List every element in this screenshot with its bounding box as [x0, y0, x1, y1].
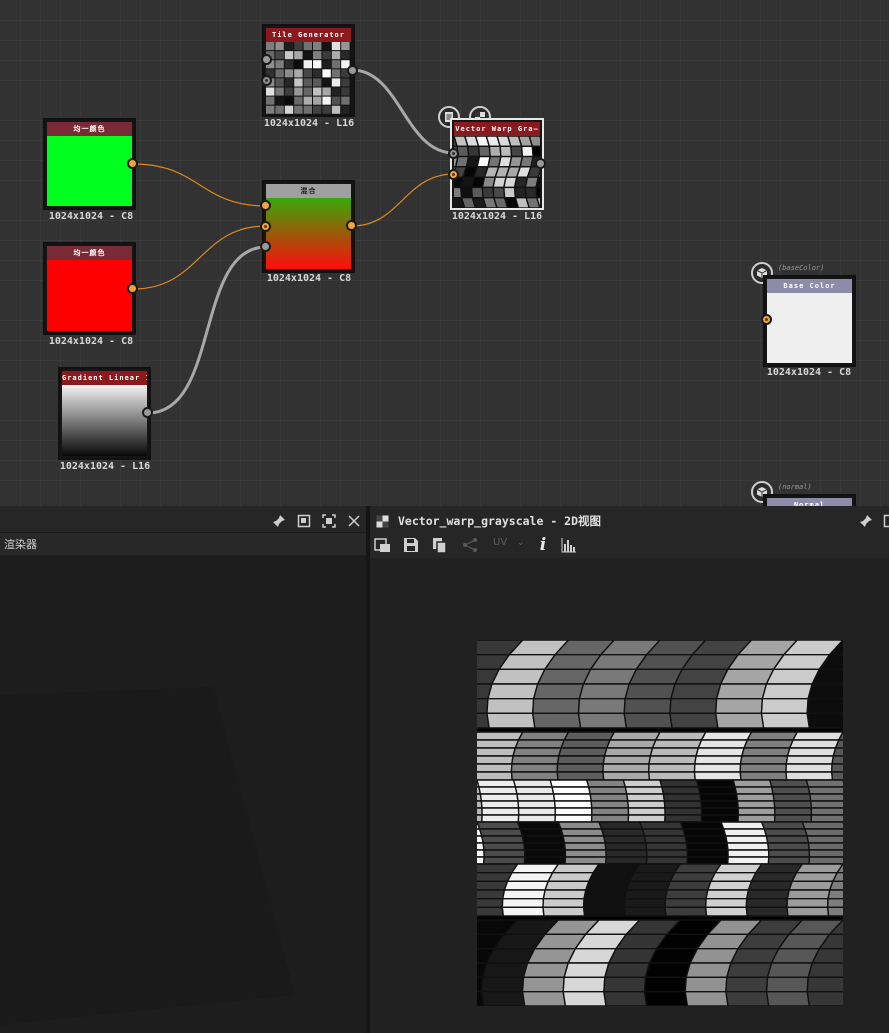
close-icon[interactable]	[347, 513, 361, 527]
float-icon[interactable]	[297, 513, 311, 528]
uv-label: UV	[493, 537, 508, 548]
node-title: 混合	[266, 184, 351, 198]
input-port[interactable]	[448, 169, 459, 180]
input-port[interactable]	[260, 221, 271, 232]
checker-icon	[376, 513, 390, 528]
display-settings-icon[interactable]	[374, 536, 392, 554]
warp-pattern-thumbnail	[438, 135, 556, 209]
renderer-subheader	[0, 533, 367, 556]
texture-preview	[477, 640, 843, 1006]
pin-icon[interactable]	[272, 513, 286, 527]
node-thumbnail	[266, 198, 351, 269]
input-port[interactable]	[261, 75, 272, 86]
info-label: i	[539, 535, 547, 555]
wire-green-to-blend	[132, 163, 267, 207]
wire-gradient-to-blend	[147, 245, 267, 415]
node-resolution-label: 1024x1024 - L16	[263, 118, 355, 129]
node-thumbnail	[266, 42, 351, 115]
node-thumbnail	[62, 385, 147, 456]
node-uniform-color-green[interactable]: 均一颜色	[43, 118, 136, 210]
output-port[interactable]	[142, 407, 153, 418]
chevron-down-icon: ⌄	[516, 537, 525, 548]
renderer-tab-bar	[0, 506, 367, 533]
node-output-base-color[interactable]: Base Color	[763, 275, 856, 367]
output-port[interactable]	[347, 65, 358, 76]
node-thumbnail	[767, 293, 852, 363]
node-thumbnail	[438, 135, 556, 209]
output-port[interactable]	[127, 158, 138, 169]
node-title: 均一颜色	[47, 122, 132, 136]
graph-canvas[interactable]: Tile Generator 1024x1024 - L16 Vector Wa…	[0, 0, 889, 506]
node-title: 均一颜色	[47, 246, 132, 260]
save-icon[interactable]	[402, 536, 420, 554]
input-port[interactable]	[448, 148, 459, 159]
node-vector-warp-grayscale[interactable]: Vector Warp Gra—	[438, 118, 556, 210]
maximize-icon[interactable]	[322, 513, 336, 528]
node-title: Vector Warp Gra—	[454, 122, 540, 136]
node-resolution-label: 1024x1024 - C8	[266, 273, 352, 284]
node-resolution-label: 1024x1024 - L16	[451, 211, 543, 222]
node-resolution-label: 1024x1024 - C8	[766, 367, 852, 378]
input-port[interactable]	[261, 54, 272, 65]
node-thumbnail	[47, 136, 132, 206]
node-title: Gradient Linear 1	[62, 371, 147, 385]
3d-viewport[interactable]	[0, 555, 366, 1033]
input-port[interactable]	[260, 241, 271, 252]
float-icon[interactable]	[883, 513, 889, 528]
node-output-normal[interactable]: Normal	[763, 494, 856, 506]
node-title: Base Color	[767, 279, 852, 293]
node-resolution-label: 1024x1024 - L16	[59, 461, 151, 472]
2d-toolbar: UV ⌄ i	[370, 532, 889, 558]
info-icon[interactable]: i	[534, 536, 552, 554]
warped-tile-texture	[477, 640, 843, 1006]
output-port[interactable]	[127, 283, 138, 294]
output-port[interactable]	[346, 220, 357, 231]
node-resolution-label: 1024x1024 - C8	[48, 211, 134, 222]
input-port[interactable]	[260, 200, 271, 211]
node-title: Normal	[767, 498, 852, 506]
tile-pattern-thumbnail	[266, 42, 351, 115]
pin-icon[interactable]	[859, 513, 873, 527]
output-identifier: (normal)	[778, 483, 812, 491]
node-gradient-linear[interactable]: Gradient Linear 1	[58, 367, 151, 460]
node-title: Tile Generator	[266, 28, 351, 42]
2d-view-tab-title[interactable]: Vector_warp_grayscale - 2D视图	[398, 513, 601, 529]
copy-icon[interactable]	[431, 536, 449, 554]
renderer-title: 渲染器	[4, 538, 37, 551]
output-port[interactable]	[535, 158, 546, 169]
wire-blend-to-warp	[351, 173, 455, 227]
node-blend[interactable]: 混合	[262, 180, 355, 273]
node-tile-generator[interactable]: Tile Generator	[262, 24, 355, 117]
viewport-plane	[0, 687, 295, 1025]
histogram-icon[interactable]	[560, 536, 578, 554]
node-resolution-label: 1024x1024 - C8	[48, 336, 134, 347]
share-icon	[461, 536, 479, 554]
node-uniform-color-red[interactable]: 均一颜色	[43, 242, 136, 335]
2d-view-panel: Vector_warp_grayscale - 2D视图 UV ⌄ i	[370, 506, 889, 558]
wire-red-to-blend	[132, 225, 267, 290]
input-port[interactable]	[761, 314, 772, 325]
node-thumbnail	[47, 260, 132, 331]
uv-dropdown: UV ⌄	[493, 537, 525, 548]
output-identifier: (baseColor)	[778, 264, 825, 272]
